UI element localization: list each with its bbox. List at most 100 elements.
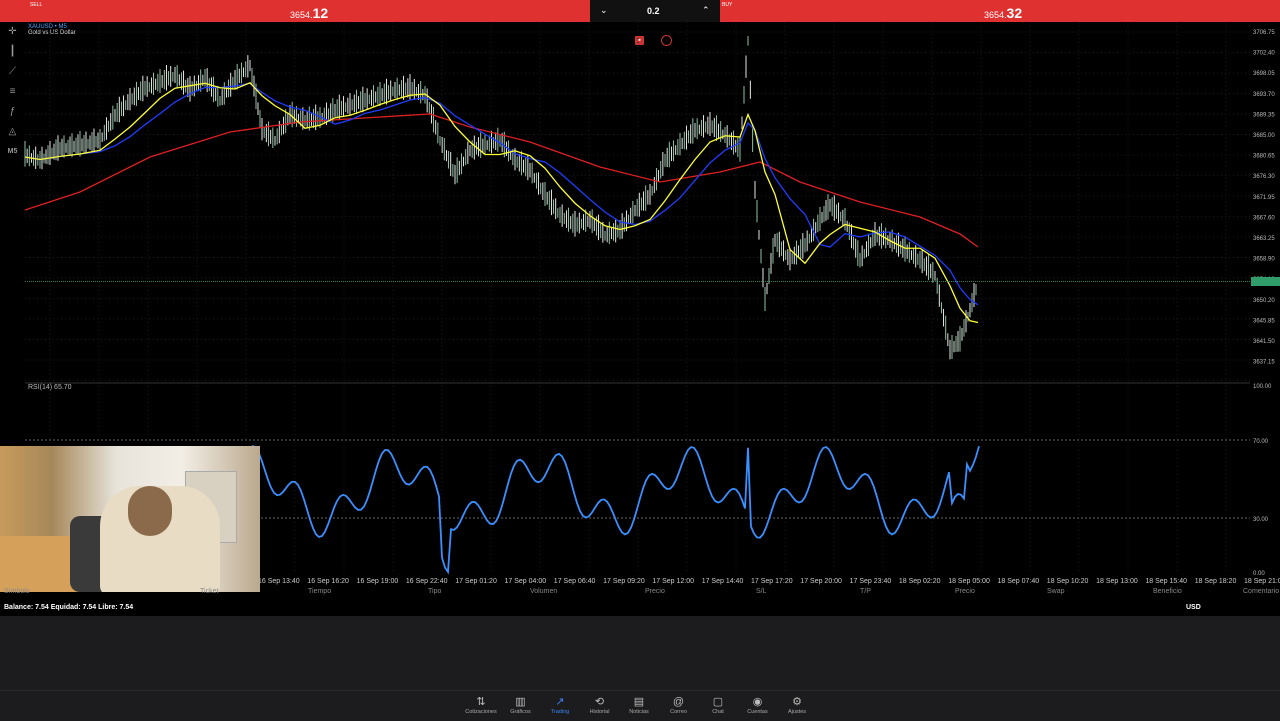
history-icon: ⟲ <box>594 696 605 708</box>
nav-trading[interactable]: ↗ Trading <box>540 695 580 715</box>
price-tick: 3671.95 <box>1253 195 1275 201</box>
price-tick: 3689.35 <box>1253 112 1275 118</box>
price-tick: 3702.40 <box>1253 51 1275 57</box>
price-tick: 3680.65 <box>1253 154 1275 160</box>
price-tick: 3650.20 <box>1253 298 1275 304</box>
time-tick: 18 Sep 21:00 <box>1244 578 1280 585</box>
time-tick: 18 Sep 13:00 <box>1096 578 1138 585</box>
chevron-down-icon[interactable]: ⌄ <box>600 5 608 16</box>
positions-header: Símbolo Ticket Tiempo Tipo Volumen Precio S/L T… <box>0 586 1280 598</box>
time-tick: 17 Sep 09:20 <box>603 578 645 585</box>
time-tick: 17 Sep 23:40 <box>850 578 892 585</box>
nav-historial[interactable]: ⟲ Historial <box>580 695 620 715</box>
price-tick: 3706.75 <box>1253 30 1275 36</box>
time-tick: 17 Sep 14:40 <box>702 578 744 585</box>
news-icon: ▤ <box>633 696 645 708</box>
nav-correo[interactable]: @ Correo <box>659 695 699 715</box>
person-head <box>128 486 172 536</box>
price-tick: 3698.05 <box>1253 71 1275 77</box>
lot-selector[interactable]: ⌄ 0.2 ⌃ <box>590 0 720 22</box>
time-tick: 17 Sep 04:00 <box>505 578 547 585</box>
nav-label: Cotizaciones <box>465 709 497 715</box>
time-tick: 16 Sep 22:40 <box>406 578 448 585</box>
time-tick: 18 Sep 18:20 <box>1195 578 1237 585</box>
trading-icon: ↗ <box>555 696 565 708</box>
charts-icon: ▥ <box>515 696 526 708</box>
webcam-overlay <box>0 446 260 592</box>
ma-slow-line <box>24 113 979 248</box>
rsi-tick: 30.00 <box>1253 517 1269 523</box>
time-tick: 18 Sep 05:00 <box>948 578 990 585</box>
nav-label: Historial <box>589 709 610 715</box>
quotes-icon: ⇅ <box>476 696 486 708</box>
chat-icon: ▢ <box>712 696 724 708</box>
column-header: Precio <box>645 588 665 595</box>
current-price-marker <box>1251 277 1280 286</box>
column-header: Swap <box>1047 588 1065 595</box>
mail-icon: @ <box>672 696 685 708</box>
buy-button[interactable]: BUY 3654.32 <box>720 0 1280 22</box>
nav-label: Trading <box>550 709 570 715</box>
nav-ajustes[interactable]: ⚙ Ajustes <box>777 695 817 715</box>
rsi-tick: 70.00 <box>1253 439 1269 445</box>
column-header: Ticket <box>200 588 219 595</box>
price-tick: 3693.70 <box>1253 92 1275 98</box>
column-header: S/L <box>756 588 767 595</box>
nav-gráficos[interactable]: ▥ Gráficos <box>501 695 541 715</box>
accounts-icon: ◉ <box>752 696 763 708</box>
nav-chat[interactable]: ▢ Chat <box>698 695 738 715</box>
time-tick: 16 Sep 19:00 <box>357 578 399 585</box>
column-header: T/P <box>860 588 871 595</box>
nav-noticias[interactable]: ▤ Noticias <box>619 695 659 715</box>
nav-label: Noticias <box>629 709 649 715</box>
rsi-tick: 100.00 <box>1253 384 1272 390</box>
time-tick: 17 Sep 06:40 <box>554 578 596 585</box>
time-tick: 17 Sep 17:20 <box>751 578 793 585</box>
price-tick: 3685.00 <box>1253 133 1275 139</box>
price-tick: 3658.90 <box>1253 257 1275 263</box>
column-header: Símbolo <box>4 588 30 595</box>
currency: USD <box>1186 604 1201 611</box>
column-header: Tipo <box>428 588 442 595</box>
time-tick: 17 Sep 01:20 <box>455 578 497 585</box>
price-tick: 3667.60 <box>1253 215 1275 221</box>
nav-cotizaciones[interactable]: ⇅ Cotizaciones <box>461 695 501 715</box>
time-tick: 18 Sep 02:20 <box>899 578 941 585</box>
nav-label: Correo <box>670 709 687 715</box>
bottom-nav: ⇅ Cotizaciones ▥ Gráficos ↗ Trading ⟲ Historial… <box>0 690 1280 721</box>
rsi-label: RSI(14) 65.70 <box>28 384 72 391</box>
sell-button[interactable]: SELL 3654.12 <box>0 0 590 22</box>
column-header: Comentario <box>1243 588 1280 595</box>
nav-label: Cuentas <box>747 709 768 715</box>
settings-icon: ⚙ <box>792 696 802 708</box>
sell-price: 3654.12 <box>290 5 329 21</box>
balance-text: Balance: 7.54 Equidad: 7.54 Libre: 7.54 <box>4 604 134 611</box>
time-tick: 17 Sep 20:00 <box>800 578 842 585</box>
price-tick: 3641.50 <box>1253 339 1275 345</box>
price-tick: 3645.85 <box>1253 318 1275 324</box>
time-tick: 18 Sep 07:40 <box>998 578 1040 585</box>
nav-cuentas[interactable]: ◉ Cuentas <box>738 695 778 715</box>
ma-fast-line <box>24 81 979 324</box>
nav-label: Chat <box>712 709 724 715</box>
chevron-up-icon[interactable]: ⌃ <box>702 5 710 16</box>
price-tick: 3637.15 <box>1253 360 1275 366</box>
time-axis: 16 Sep 13:40 16 Sep 16:20 16 Sep 19:00 16 S… <box>258 578 1280 585</box>
buy-label: BUY <box>722 2 733 8</box>
column-header: Tiempo <box>308 588 332 595</box>
nav-label: Ajustes <box>787 709 807 715</box>
column-header: Volumen <box>530 588 558 595</box>
balance-row: Balance: 7.54 Equidad: 7.54 Libre: 7.54 … <box>0 600 1280 616</box>
time-tick: 16 Sep 13:40 <box>258 578 300 585</box>
trade-bar: SELL 3654.12 ⌄ 0.2 ⌃ BUY 3654.32 <box>0 0 1280 22</box>
rsi-tick: 0.00 <box>1253 571 1265 577</box>
time-tick: 18 Sep 10:20 <box>1047 578 1089 585</box>
rsi-axis: 100.00 70.00 30.00 0.00 <box>1253 384 1272 577</box>
nav-label: Gráficos <box>510 709 531 715</box>
price-tick: 3663.25 <box>1253 236 1275 242</box>
price-tick: 3676.30 <box>1253 174 1275 180</box>
time-tick: 17 Sep 12:00 <box>652 578 694 585</box>
sell-label: SELL <box>30 2 43 8</box>
price-axis: 3706.75 3702.40 3698.05 3693.70 3689.35 3685.… <box>1253 30 1275 366</box>
lot-value[interactable]: 0.2 <box>647 6 660 16</box>
